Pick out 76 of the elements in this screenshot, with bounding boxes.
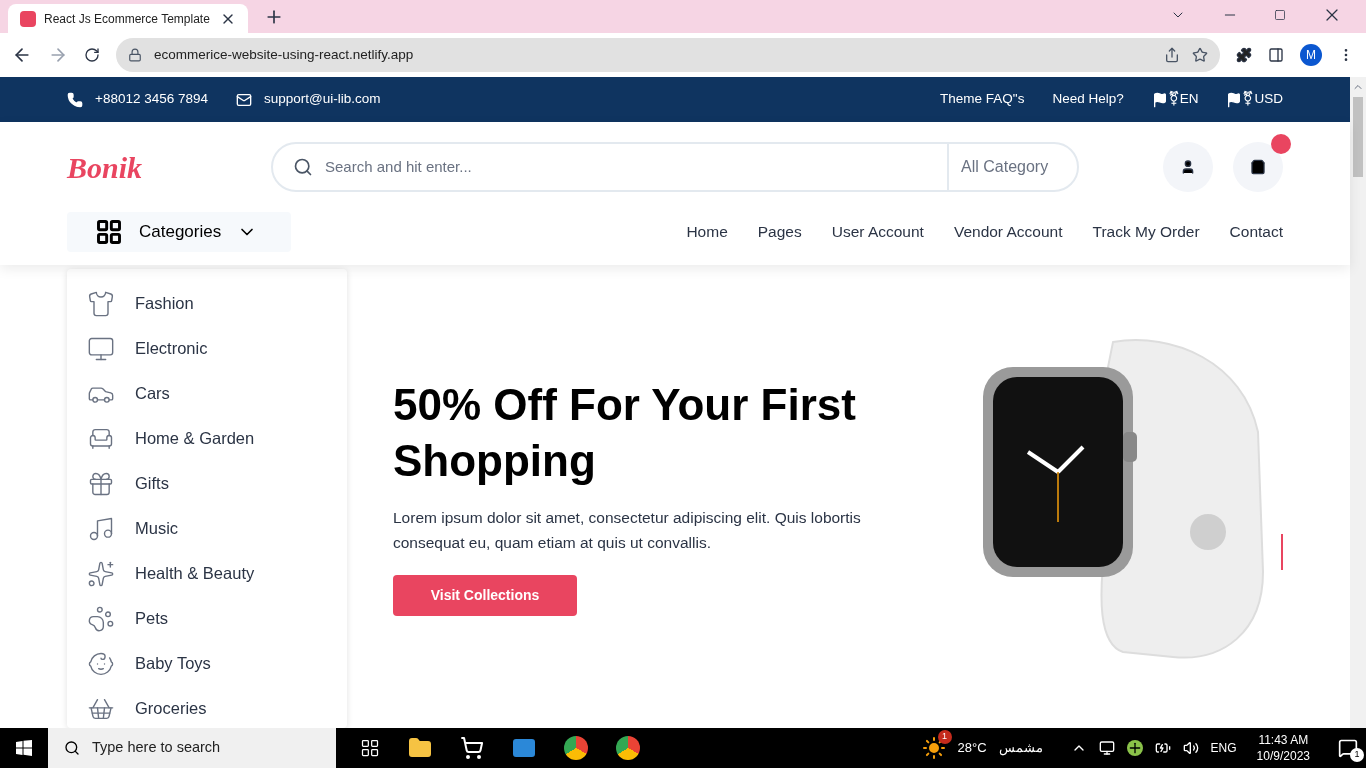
flag-icon [1226, 91, 1243, 108]
category-item[interactable]: Music [87, 506, 327, 551]
category-item[interactable]: Groceries [87, 686, 327, 731]
categories-button[interactable]: Categories [67, 212, 291, 252]
email-address: support@ui-lib.com [264, 90, 381, 109]
category-item[interactable]: Health & Beauty [87, 551, 327, 596]
temperature: 28°C [957, 739, 987, 758]
side-panel-icon[interactable] [1268, 47, 1284, 63]
browser-tab[interactable]: React Js Ecommerce Template [8, 4, 248, 33]
search-icon [64, 740, 80, 756]
taskbar-search-placeholder: Type here to search [92, 738, 221, 758]
browser-icon[interactable] [564, 736, 588, 760]
battery-icon[interactable] [1154, 740, 1171, 756]
nav-link[interactable]: User Account [831, 220, 924, 244]
grid-icon [95, 218, 123, 246]
category-item[interactable]: Gifts [87, 461, 327, 506]
category-item[interactable]: Home & Garden [87, 416, 327, 461]
currency-selector[interactable]: ⚧USD [1242, 89, 1283, 110]
nav-link[interactable]: Home [686, 220, 728, 244]
slide-indicator[interactable] [1281, 533, 1283, 570]
scrollbar-thumb[interactable] [1353, 97, 1363, 177]
cart-button[interactable] [1233, 142, 1283, 192]
restore-icon[interactable] [1274, 9, 1286, 21]
reload-icon[interactable] [84, 47, 100, 63]
notifications-icon[interactable] [1338, 738, 1358, 758]
folder-icon[interactable] [408, 736, 432, 760]
notification-count: 1 [1350, 748, 1364, 762]
topbar-link[interactable]: Need Help? [1052, 89, 1124, 110]
clock-time[interactable]: 11:43 AM [1258, 732, 1309, 748]
extensions-icon[interactable] [1236, 47, 1252, 63]
category-item[interactable]: Fashion [87, 281, 327, 326]
volume-icon[interactable] [1182, 740, 1199, 756]
share-icon[interactable] [1164, 47, 1180, 63]
clock-date[interactable]: 10/9/2023 [1256, 748, 1310, 764]
logo[interactable]: Bonik [67, 144, 271, 190]
browser-icon[interactable] [616, 736, 640, 760]
nav-link[interactable]: Track My Order [1092, 220, 1200, 244]
weather-condition: مشمس [998, 739, 1043, 758]
store-icon[interactable] [460, 736, 484, 760]
category-item[interactable]: Electronic [87, 326, 327, 371]
search-icon [293, 157, 313, 177]
task-view-icon[interactable] [360, 738, 380, 758]
visit-collections-button[interactable]: Visit Collections [393, 575, 577, 616]
url-text: ecommerice-website-using-react.netlify.app [154, 45, 414, 64]
topbar-link[interactable]: Theme FAQ"s [940, 89, 1025, 110]
shirt-icon [87, 289, 115, 318]
taskbar-search[interactable]: Type here to search [48, 728, 336, 768]
nav-link[interactable]: Vendor Account [953, 220, 1063, 244]
address-bar[interactable]: ecommerice-website-using-react.netlify.app [116, 38, 1220, 72]
paw-icon [87, 604, 115, 633]
bookmark-star-icon[interactable] [1192, 47, 1208, 63]
monitor-icon[interactable] [1098, 740, 1115, 756]
user-icon [1180, 159, 1196, 175]
phone-number: +88012 3456 7894 [95, 90, 208, 109]
search-bar[interactable]: Search and hit enter... All Category [271, 142, 1079, 192]
weather-badge: 1 [937, 730, 952, 744]
scrollbar[interactable] [1350, 77, 1366, 728]
nav-link[interactable]: Pages [757, 220, 802, 244]
input-language[interactable]: ENG [1210, 739, 1237, 757]
category-item[interactable]: Baby Toys [87, 641, 327, 686]
flag-icon [1151, 91, 1168, 108]
tab-title: React Js Ecommerce Template [44, 10, 210, 28]
sparkles-icon [87, 559, 115, 588]
nav-link[interactable]: Contact [1229, 220, 1283, 244]
hero-title: 50% Off For Your First Shopping [393, 379, 857, 487]
category-select[interactable]: All Category [947, 144, 1077, 190]
hero-description: Lorem ipsum dolor sit amet, consectetur adipiscing elit. Quis lobortis consequat eu, quam etiam at quis ut convallis. [393, 508, 862, 553]
favicon-icon [20, 10, 36, 27]
search-input[interactable]: Search and hit enter... [325, 155, 947, 179]
language-selector[interactable]: ⚧EN [1167, 89, 1199, 110]
category-item[interactable]: Pets [87, 596, 327, 641]
category-item[interactable]: Cars [87, 371, 327, 416]
profile-avatar[interactable]: M [1300, 44, 1322, 66]
account-button[interactable] [1163, 142, 1213, 192]
lock-icon [128, 48, 142, 62]
phone-icon [67, 91, 83, 108]
